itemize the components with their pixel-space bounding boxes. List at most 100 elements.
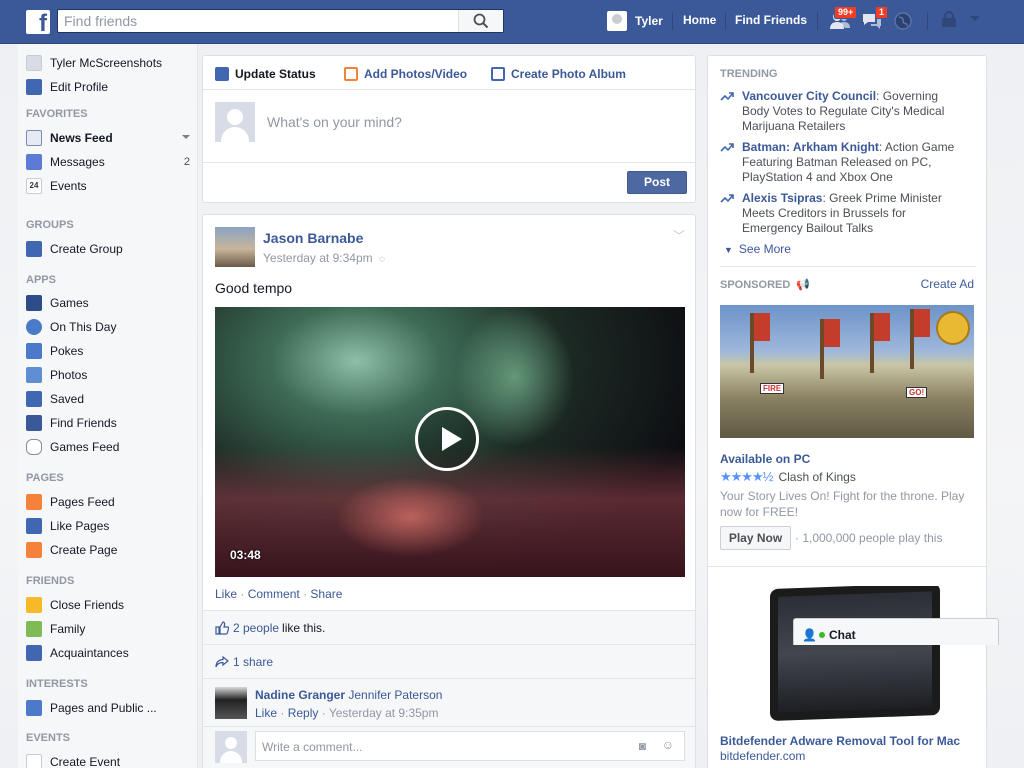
- profile-avatar-icon: [26, 55, 42, 71]
- chevron-down-icon: [970, 16, 980, 21]
- ad-title[interactable]: Bitdefender Adware Removal Tool for Mac: [720, 734, 960, 748]
- sidebar-item-events[interactable]: 24 Events: [26, 176, 87, 196]
- coin-icon: [936, 311, 970, 345]
- emoji-icon[interactable]: ☺: [662, 738, 674, 752]
- caret-down-icon[interactable]: [182, 135, 190, 139]
- sidebar-item-photos[interactable]: Photos: [26, 365, 87, 385]
- sidebar-item-news-feed[interactable]: News Feed: [26, 128, 190, 148]
- sidebar-item-messages[interactable]: Messages 2: [26, 152, 190, 172]
- post-button[interactable]: Post: [627, 171, 687, 194]
- play-icon[interactable]: [415, 407, 479, 471]
- tagged-name[interactable]: Jennifer Paterson: [348, 688, 442, 702]
- sponsored-label: SPONSORED: [720, 279, 791, 291]
- ad-title[interactable]: Available on PC: [720, 452, 810, 466]
- tab-create-album[interactable]: Create Photo Album: [491, 65, 626, 83]
- sidebar-item-close-friends[interactable]: Close Friends: [26, 595, 124, 615]
- sidebar-item-edit-profile[interactable]: Edit Profile: [26, 77, 108, 97]
- create-ad-link[interactable]: Create Ad: [921, 277, 974, 291]
- author-name[interactable]: Jason Barnabe: [263, 230, 363, 246]
- sidebar-item-family[interactable]: Family: [26, 619, 85, 639]
- sidebar-item-label: Find Friends: [50, 416, 117, 430]
- notifications-jewel[interactable]: [893, 11, 915, 33]
- sidebar-item-label: Events: [50, 179, 87, 193]
- sidebar-item-pages-public[interactable]: Pages and Public ...: [26, 698, 157, 718]
- shares-link[interactable]: 1 share: [233, 655, 273, 669]
- sidebar-item-label: Photos: [50, 368, 88, 382]
- ad-rating: ★★★★½ Clash of Kings: [720, 469, 856, 485]
- comment-like-link[interactable]: Like: [255, 706, 277, 720]
- messages-jewel[interactable]: 1: [861, 6, 889, 33]
- messages-badge: 1: [875, 6, 889, 19]
- sidebar-item-create-group[interactable]: Create Group: [26, 239, 123, 259]
- likes-suffix: like this.: [282, 621, 326, 635]
- comment-body: Nadine Granger Jennifer Paterson: [255, 688, 442, 702]
- trending-item[interactable]: Vancouver City Council: Governing Body V…: [720, 89, 966, 134]
- plus-icon: [26, 542, 42, 558]
- news-feed-icon: [26, 130, 42, 146]
- facebook-logo[interactable]: f: [26, 10, 50, 34]
- sidebar-item-create-event[interactable]: Create Event: [26, 752, 120, 768]
- sidebar-item-on-this-day[interactable]: On This Day: [26, 317, 116, 337]
- ad-url[interactable]: bitdefender.com: [720, 749, 805, 763]
- comment-item: Nadine Granger Jennifer Paterson Like · …: [203, 678, 695, 726]
- ad-description: Your Story Lives On! Fight for the thron…: [720, 489, 965, 519]
- commenter-avatar[interactable]: [215, 687, 247, 719]
- sidebar-item-games[interactable]: Games: [26, 293, 89, 313]
- nav-profile-link[interactable]: Tyler: [607, 10, 663, 32]
- video-player[interactable]: 03:48: [215, 307, 685, 577]
- ad-image[interactable]: [720, 586, 974, 722]
- tab-add-photos[interactable]: Add Photos/Video: [344, 65, 467, 83]
- sidebar-item-label: Messages: [50, 155, 105, 169]
- privacy-shortcuts[interactable]: [940, 11, 962, 33]
- avatar: [215, 102, 255, 142]
- sidebar-item-saved[interactable]: Saved: [26, 389, 84, 409]
- separator: ·: [240, 587, 245, 601]
- sidebar-item-create-page[interactable]: Create Page: [26, 540, 117, 560]
- author-avatar[interactable]: [215, 227, 255, 267]
- status-input[interactable]: What's on your mind?: [267, 114, 402, 130]
- nav-home-link[interactable]: Home: [683, 13, 716, 27]
- comment-link[interactable]: Comment: [248, 587, 300, 601]
- search-input[interactable]: [58, 10, 458, 32]
- post-timestamp[interactable]: Yesterday at 9:34pm ◌: [263, 251, 385, 265]
- sidebar-item-label: Like Pages: [50, 519, 110, 533]
- see-more-link[interactable]: ▼ See More: [724, 242, 791, 256]
- commenter-name[interactable]: Nadine Granger: [255, 688, 345, 702]
- sidebar-item-like-pages[interactable]: Like Pages: [26, 516, 109, 536]
- friend-requests-jewel[interactable]: 99+: [829, 6, 858, 33]
- friends-header: FRIENDS: [26, 575, 75, 587]
- sidebar-item-label: Close Friends: [50, 598, 125, 612]
- comment-reply-link[interactable]: Reply: [288, 706, 319, 720]
- tab-update-status[interactable]: Update Status: [215, 65, 316, 83]
- chevron-down-icon[interactable]: ﹀: [673, 227, 685, 244]
- account-menu[interactable]: [968, 11, 990, 33]
- nav-find-friends-link[interactable]: Find Friends: [735, 13, 807, 27]
- sidebar-item-games-feed[interactable]: Games Feed: [26, 437, 119, 457]
- sidebar-item-profile[interactable]: Tyler McScreenshots: [26, 53, 162, 73]
- find-friends-icon: [26, 415, 42, 431]
- sidebar-item-pages-feed[interactable]: Pages Feed: [26, 492, 115, 512]
- chat-label: Chat: [828, 628, 856, 642]
- sidebar-item-label: Pages Feed: [50, 495, 115, 509]
- camera-icon[interactable]: ◙: [639, 739, 646, 753]
- chat-tab[interactable]: 👤 Chat: [793, 618, 999, 645]
- ad-image[interactable]: FIRE GO!: [720, 305, 974, 438]
- right-column: TRENDING Vancouver City Council: Governi…: [707, 55, 987, 768]
- flag-decoration: [750, 313, 770, 373]
- separator: ·: [303, 587, 308, 601]
- share-link[interactable]: Share: [310, 587, 342, 601]
- search-button[interactable]: [458, 10, 503, 32]
- like-link[interactable]: Like: [215, 587, 237, 601]
- trending-header: TRENDING: [720, 68, 778, 80]
- trending-item[interactable]: Batman: Arkham Knight: Action Game Featu…: [720, 140, 966, 185]
- likes-row: 2 people like this.: [203, 610, 695, 644]
- sidebar-item-label: Create Page: [50, 543, 118, 557]
- sidebar-item-pokes[interactable]: Pokes: [26, 341, 83, 361]
- comment-input[interactable]: Write a comment... ◙ ☺: [255, 731, 685, 761]
- comment-placeholder: Write a comment...: [262, 740, 363, 754]
- trending-item[interactable]: Alexis Tsipras: Greek Prime Minister Mee…: [720, 191, 966, 236]
- play-now-button[interactable]: Play Now: [720, 526, 791, 550]
- sidebar-item-find-friends[interactable]: Find Friends: [26, 413, 117, 433]
- sidebar-item-acquaintances[interactable]: Acquaintances: [26, 643, 129, 663]
- likes-link[interactable]: 2 people: [233, 621, 279, 635]
